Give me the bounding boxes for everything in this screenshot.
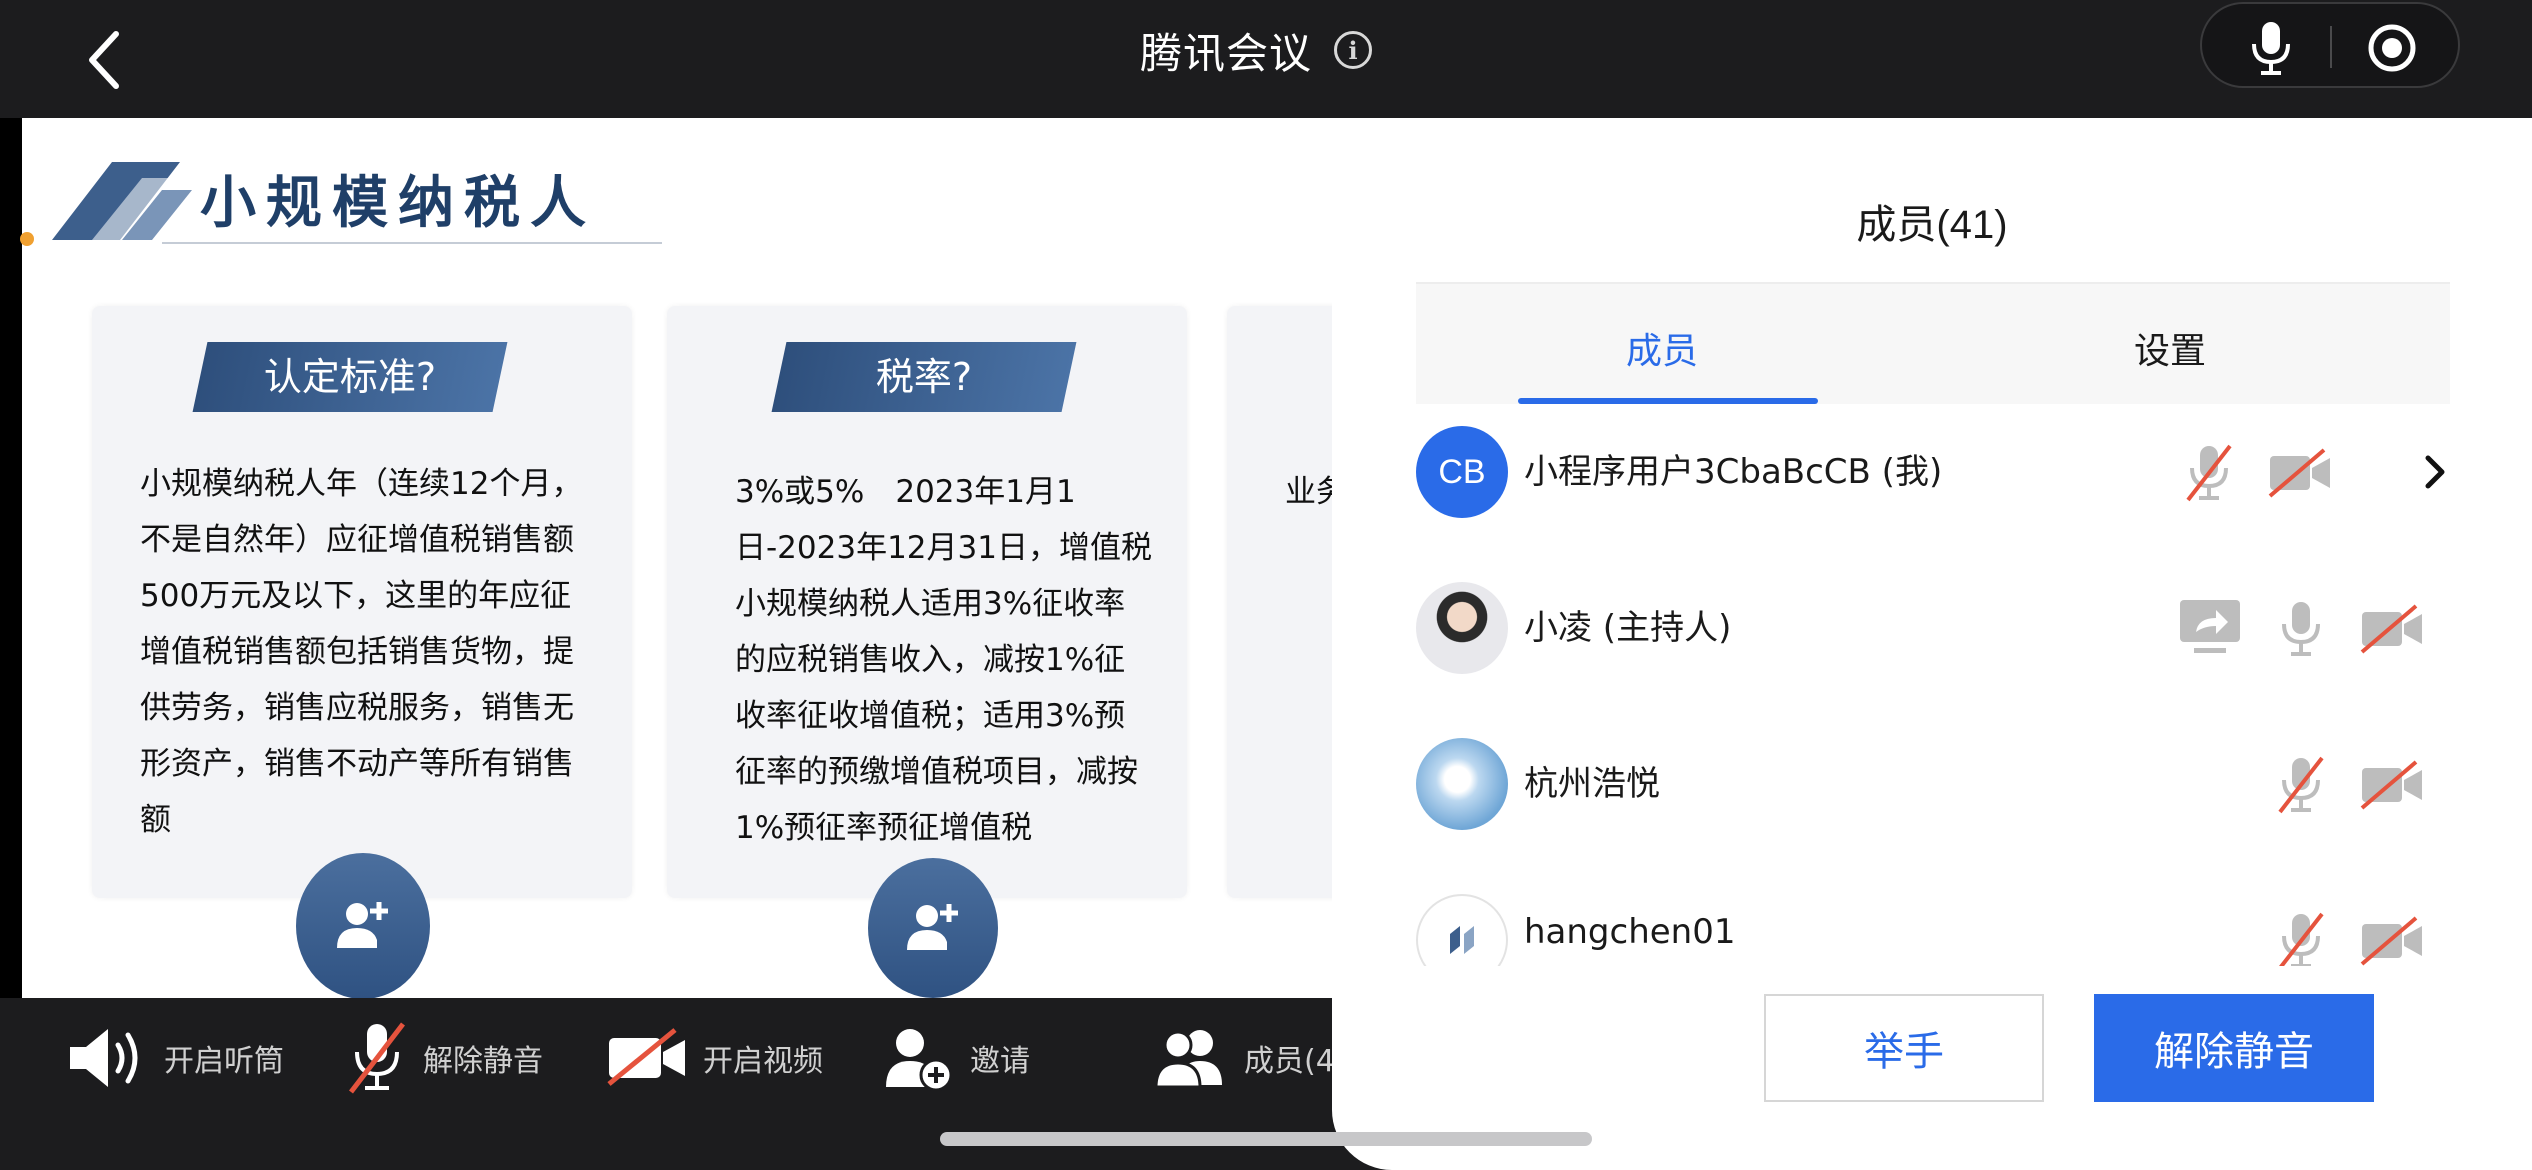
microphone-muted-icon xyxy=(349,1022,405,1094)
microphone-muted-icon[interactable] xyxy=(2276,754,2326,816)
members-panel: 成员(41) 成员 设置 CB 小程序用户3CbaBcCB (我) 小凌 (主持… xyxy=(1332,118,2532,1170)
capsule-close-button[interactable] xyxy=(2367,23,2417,73)
shared-screen: 小规模纳税人 认定标准? 小规模纳税人年（连续12个月，不是自然年）应征增值税销… xyxy=(22,118,1332,998)
card-body: 业务（季规定 xyxy=(1285,474,1332,510)
panel-title: 成员(41) xyxy=(1856,203,2008,247)
microphone-muted-icon[interactable] xyxy=(2276,910,2326,966)
slide-left-edge xyxy=(0,118,22,998)
camera-off-icon[interactable] xyxy=(2360,604,2424,654)
member-row[interactable]: 杭州浩悦 xyxy=(1416,738,2516,834)
camera-off-icon[interactable] xyxy=(2268,448,2332,498)
speaker-icon xyxy=(70,1029,138,1087)
slide-title: 小规模纳税人 xyxy=(200,171,596,236)
unmute-label: 解除静音 xyxy=(423,1044,543,1079)
title-group: 腾讯会议 i xyxy=(1140,18,1373,82)
home-indicator[interactable] xyxy=(940,1132,1592,1146)
target-circle-icon xyxy=(2368,24,2416,72)
member-row[interactable]: CB 小程序用户3CbaBcCB (我) xyxy=(1416,426,2516,522)
camera-off-icon[interactable] xyxy=(2360,916,2424,966)
panel-tabs: 成员 设置 xyxy=(1416,284,2450,404)
add-user-icon xyxy=(337,902,388,948)
add-user-icon xyxy=(886,1029,953,1092)
slide-card: 认定标准? 小规模纳税人年（连续12个月，不是自然年）应征增值税销售额500万元… xyxy=(92,306,632,898)
microphone-icon[interactable] xyxy=(2276,598,2326,660)
member-name: 小程序用户3CbaBcCB (我) xyxy=(1524,452,1943,492)
members-button[interactable]: 成员(4 xyxy=(1150,1020,1335,1096)
laser-pointer-dot xyxy=(20,232,34,246)
raise-hand-button[interactable]: 举手 xyxy=(1764,994,2044,1102)
card-banner: 税率? xyxy=(771,342,1077,412)
app-root: 腾讯会议 i 小规模纳税人 认定标准? 小规模纳税人年（连续12个月，不是自然年… xyxy=(0,0,2532,1170)
tab-settings[interactable]: 设置 xyxy=(2134,322,2206,374)
member-name: 杭州浩悦 xyxy=(1524,764,1660,804)
card-heading: 税率? xyxy=(875,355,973,399)
avatar xyxy=(1416,582,1508,674)
screen-share-icon[interactable] xyxy=(2178,596,2242,658)
slide-stripe-logo-icon xyxy=(52,162,192,240)
microphone-icon xyxy=(2252,22,2290,75)
member-list[interactable]: CB 小程序用户3CbaBcCB (我) 小凌 (主持人) 杭州浩悦 hangc… xyxy=(1332,404,2532,966)
back-button[interactable] xyxy=(70,20,140,100)
card-body: 小规模纳税人年（连续12个月，不是自然年）应征增值税销售额500万元及以下，这里… xyxy=(140,466,583,838)
member-name: 小凌 (主持人) xyxy=(1524,608,1732,648)
miniapp-capsule xyxy=(2200,2,2460,88)
slide-card: 税率? 3%或5% 2023年1月1日-2023年12月31日，增值税小规模纳税… xyxy=(667,306,1187,898)
members-icon xyxy=(1154,1030,1222,1089)
chevron-right-icon[interactable] xyxy=(2420,452,2450,492)
company-logo-icon xyxy=(1450,926,1474,954)
avatar: CB xyxy=(1416,426,1508,518)
unmute-all-button[interactable]: 解除静音 xyxy=(2094,994,2374,1102)
add-person-badge xyxy=(296,853,430,998)
top-bar: 腾讯会议 i xyxy=(0,0,2532,118)
avatar xyxy=(1416,738,1508,830)
card-body: 3%或5% 2023年1月1日-2023年12月31日，增值税小规模纳税人适用3… xyxy=(735,474,1152,846)
slide-title-underline xyxy=(162,242,662,244)
add-user-icon xyxy=(907,904,958,950)
avatar xyxy=(1416,894,1508,966)
camera-off-icon xyxy=(607,1028,685,1086)
unmute-button[interactable]: 解除静音 xyxy=(345,1020,543,1096)
start-video-label: 开启视频 xyxy=(703,1044,823,1079)
chevron-left-icon xyxy=(89,31,119,89)
member-row[interactable]: hangchen01 xyxy=(1416,894,2516,966)
members-label: 成员(4 xyxy=(1244,1044,1335,1079)
member-row[interactable]: 小凌 (主持人) xyxy=(1416,582,2516,678)
card-heading: 认定标准? xyxy=(263,355,437,399)
invite-label: 邀请 xyxy=(970,1044,1030,1079)
start-video-button[interactable]: 开启视频 xyxy=(605,1020,823,1096)
tab-members[interactable]: 成员 xyxy=(1626,322,1698,374)
card-banner: 认定标准? xyxy=(192,342,508,412)
member-name: hangchen01 xyxy=(1524,912,1736,952)
speaker-button[interactable]: 开启听筒 xyxy=(66,1020,284,1096)
capsule-mic-button[interactable] xyxy=(2246,20,2296,76)
add-person-badge xyxy=(868,858,998,998)
info-icon[interactable]: i xyxy=(1334,31,1373,69)
capsule-divider xyxy=(2330,26,2332,68)
camera-off-icon[interactable] xyxy=(2360,760,2424,810)
microphone-muted-icon[interactable] xyxy=(2184,442,2234,504)
meeting-title: 腾讯会议 xyxy=(1140,28,1313,78)
speaker-label: 开启听筒 xyxy=(164,1044,284,1079)
slide-card: 业务（季规定 xyxy=(1227,306,1332,898)
invite-button[interactable]: 邀请 xyxy=(880,1020,1030,1096)
